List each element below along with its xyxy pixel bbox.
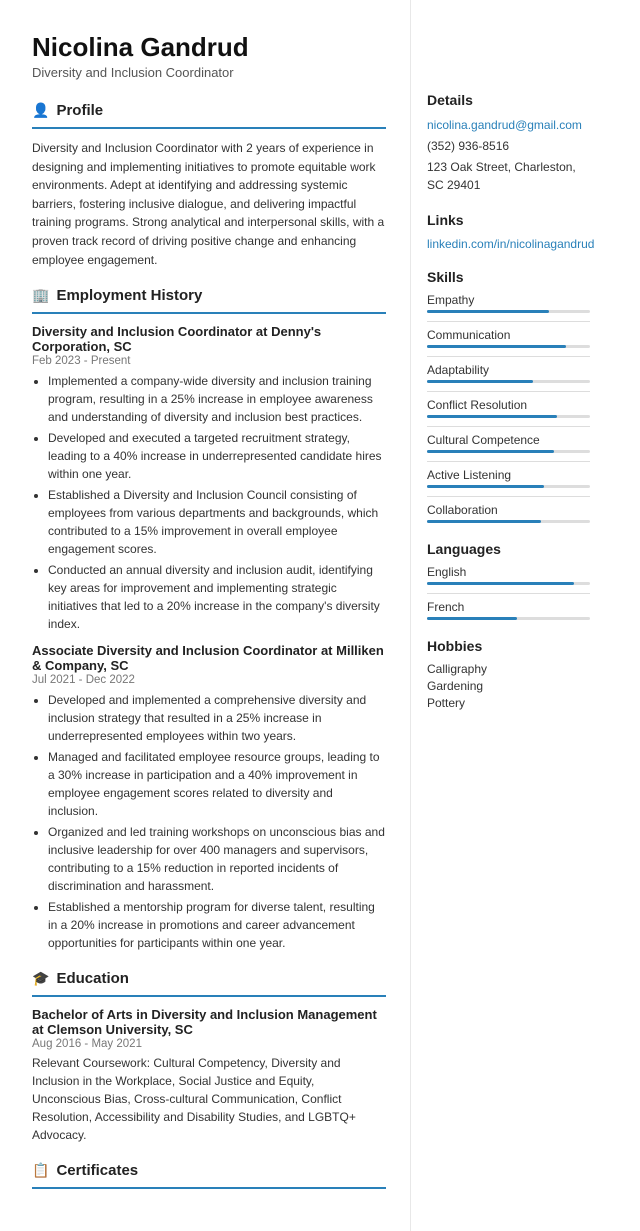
bullet: Developed and implemented a comprehensiv…: [48, 691, 386, 745]
skill-active-listening: Active Listening: [427, 468, 590, 488]
bullet: Developed and executed a targeted recrui…: [48, 429, 386, 483]
job-entry-2: Associate Diversity and Inclusion Coordi…: [32, 643, 386, 952]
profile-divider: [32, 127, 386, 129]
job-entry-1: Diversity and Inclusion Coordinator at D…: [32, 324, 386, 633]
edu-date-1: Aug 2016 - May 2021: [32, 1038, 386, 1050]
education-divider: [32, 995, 386, 997]
job-title-2: Associate Diversity and Inclusion Coordi…: [32, 643, 386, 673]
bullet: Organized and led training workshops on …: [48, 823, 386, 895]
bullet: Established a mentorship program for div…: [48, 898, 386, 952]
languages-heading: Languages: [427, 541, 590, 557]
candidate-title: Diversity and Inclusion Coordinator: [32, 65, 386, 80]
skill-communication: Communication: [427, 328, 590, 348]
email: nicolina.gandrud@gmail.com: [427, 116, 590, 134]
lang-french: French: [427, 600, 590, 620]
phone: (352) 936-8516: [427, 137, 590, 155]
bullet: Managed and facilitated employee resourc…: [48, 748, 386, 820]
job-title-1: Diversity and Inclusion Coordinator at D…: [32, 324, 386, 354]
profile-icon: 👤: [32, 102, 49, 119]
skill-cultural-competence: Cultural Competence: [427, 433, 590, 453]
job-bullets-1: Implemented a company-wide diversity and…: [32, 372, 386, 633]
skill-divider: [427, 461, 590, 462]
certificates-icon: 📋: [32, 1162, 49, 1179]
hobby-1: Calligraphy: [427, 662, 590, 676]
skill-conflict-resolution: Conflict Resolution: [427, 398, 590, 418]
skill-collaboration: Collaboration: [427, 503, 590, 523]
lang-english: English: [427, 565, 590, 585]
skill-adaptability: Adaptability: [427, 363, 590, 383]
bullet: Implemented a company-wide diversity and…: [48, 372, 386, 426]
skill-divider: [427, 426, 590, 427]
lang-divider: [427, 593, 590, 594]
address: 123 Oak Street, Charleston, SC 29401: [427, 158, 590, 194]
bullet: Conducted an annual diversity and inclus…: [48, 561, 386, 633]
hobby-3: Pottery: [427, 696, 590, 710]
job-bullets-2: Developed and implemented a comprehensiv…: [32, 691, 386, 952]
edu-text-1: Relevant Coursework: Cultural Competency…: [32, 1054, 386, 1144]
skill-divider: [427, 391, 590, 392]
hobbies-heading: Hobbies: [427, 638, 590, 654]
certificates-divider: [32, 1187, 386, 1189]
employment-icon: 🏢: [32, 287, 49, 304]
edu-degree-1: Bachelor of Arts in Diversity and Inclus…: [32, 1007, 386, 1037]
profile-text: Diversity and Inclusion Coordinator with…: [32, 139, 386, 269]
certificates-section-heading: 📋 Certificates: [32, 1162, 386, 1179]
employment-divider: [32, 312, 386, 314]
hobby-2: Gardening: [427, 679, 590, 693]
education-section-heading: 🎓 Education: [32, 970, 386, 987]
skill-divider: [427, 496, 590, 497]
skills-heading: Skills: [427, 269, 590, 285]
skill-empathy: Empathy: [427, 293, 590, 313]
links-heading: Links: [427, 212, 590, 228]
profile-section-heading: 👤 Profile: [32, 102, 386, 119]
job-date-1: Feb 2023 - Present: [32, 355, 386, 367]
candidate-name: Nicolina Gandrud: [32, 32, 386, 63]
skill-divider: [427, 321, 590, 322]
education-icon: 🎓: [32, 970, 49, 987]
details-heading: Details: [427, 92, 590, 108]
linkedin-link[interactable]: linkedin.com/in/nicolinagandrud: [427, 237, 594, 251]
edu-entry-1: Bachelor of Arts in Diversity and Inclus…: [32, 1007, 386, 1144]
job-date-2: Jul 2021 - Dec 2022: [32, 674, 386, 686]
skill-divider: [427, 356, 590, 357]
email-link[interactable]: nicolina.gandrud@gmail.com: [427, 118, 582, 132]
bullet: Established a Diversity and Inclusion Co…: [48, 486, 386, 558]
employment-section-heading: 🏢 Employment History: [32, 287, 386, 304]
